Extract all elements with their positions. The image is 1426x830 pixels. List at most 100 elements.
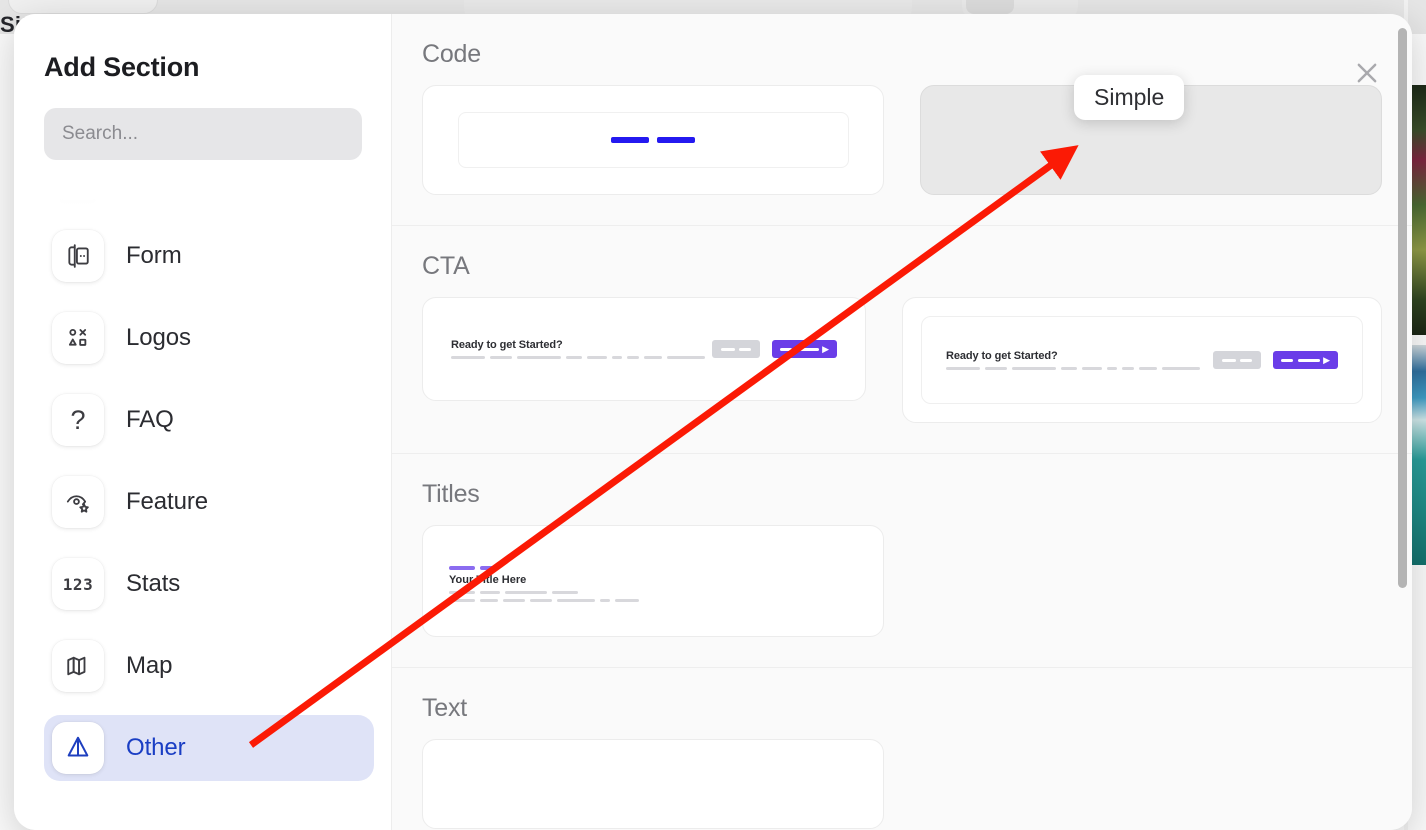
pyramid-icon [52, 722, 104, 774]
template-card-row: Ready to get Started? ▶ Ready to get Start… [422, 297, 1382, 453]
cta-primary-button[interactable]: ▶ [772, 340, 837, 358]
cta-heading: Ready to get Started? [946, 350, 1058, 362]
skeleton-bar [480, 565, 494, 570]
eye-star-icon [52, 476, 104, 528]
tooltip-label: Simple [1094, 84, 1165, 110]
list-item[interactable] [44, 189, 374, 207]
add-section-modal: Add Section Form Logos? FAQ Feature 123 Stats… [14, 14, 1412, 830]
skeleton-bar [600, 598, 610, 602]
sidebar-item-label: Logos [126, 324, 191, 351]
group-title: Code [422, 40, 481, 68]
sidebar-item-form[interactable]: Form [44, 223, 374, 289]
tooltip: Simple [1074, 75, 1185, 120]
category-sidebar: Add Section Form Logos? FAQ Feature 123 Stats… [14, 14, 392, 830]
sidebar-item-faq[interactable]: ? FAQ [44, 387, 374, 453]
skeleton-row [946, 367, 1213, 370]
template-card-cta-1[interactable]: Ready to get Started? ▶ [422, 297, 866, 401]
cta-primary-button[interactable]: ▶ [1273, 351, 1338, 369]
skeleton-bar [1139, 367, 1157, 370]
cta-buttons: ▶ [712, 340, 837, 358]
cta-buttons: ▶ [1213, 351, 1338, 369]
numbers-123-icon: 123 [52, 558, 104, 610]
question-mark-icon: ? [52, 394, 104, 446]
group-title: Titles [422, 480, 480, 508]
skeleton-row [449, 598, 857, 602]
skeleton-bar [552, 590, 578, 594]
skeleton-bar [530, 598, 552, 602]
skeleton-row [449, 590, 857, 594]
skeleton-row [451, 356, 712, 359]
title-preview: Your Title Here [449, 561, 857, 602]
cta-secondary-button[interactable] [1213, 351, 1262, 369]
skeleton-bar [1122, 367, 1134, 370]
template-group-cta: CTA Ready to get Started? ▶ Ready to get St… [392, 226, 1412, 454]
template-card-cta-2[interactable]: Ready to get Started? ▶ [902, 297, 1382, 423]
template-group-code: Code [392, 14, 1412, 226]
template-browser: Code CTA Ready to get Started? ▶ Ready to ge… [392, 14, 1412, 830]
group-title: CTA [422, 252, 470, 280]
page-title: Add Section [44, 52, 200, 82]
skeleton-bar [1162, 367, 1200, 370]
cta-secondary-button[interactable] [712, 340, 761, 358]
content-scrollbar[interactable] [1395, 14, 1409, 830]
cta-text: Ready to get Started? [946, 350, 1213, 370]
skeleton-bar [627, 356, 639, 359]
close-icon[interactable] [1350, 56, 1384, 90]
skeleton-bar [566, 356, 582, 359]
scrollbar-thumb[interactable] [1398, 28, 1407, 588]
skeleton-bar [612, 356, 622, 359]
logos-icon [52, 312, 104, 364]
template-card-title-1[interactable]: Your Title Here [422, 525, 884, 637]
sidebar-item-label: Map [126, 652, 173, 679]
content-scroll-area: Code CTA Ready to get Started? ▶ Ready to ge… [392, 14, 1412, 830]
skeleton-bar [557, 598, 595, 602]
sidebar-item-feature[interactable]: Feature [44, 469, 374, 535]
template-card-row: Your Title Here [422, 525, 1382, 667]
title-heading: Your Title Here [449, 573, 527, 586]
cta-text: Ready to get Started? [451, 339, 712, 359]
sidebar-item-other[interactable]: Other [44, 715, 374, 781]
skeleton-bar [1107, 367, 1117, 370]
skeleton-bar [644, 356, 662, 359]
sidebar-item-label: Feature [126, 488, 209, 515]
cta-inner: Ready to get Started? ▶ [423, 298, 865, 400]
skeleton-bar [480, 598, 498, 602]
map-icon [52, 640, 104, 692]
cta-heading: Ready to get Started? [451, 339, 563, 351]
sidebar-item-label: Stats [126, 570, 181, 597]
skeleton-bar [503, 598, 525, 602]
sidebar-item-label: Other [126, 734, 186, 761]
group-title: Text [422, 694, 468, 722]
skeleton-bar [1082, 367, 1102, 370]
sidebar-item-stats[interactable]: 123 Stats [44, 551, 374, 617]
template-card-text-1[interactable] [422, 739, 884, 829]
template-card-code-1[interactable] [422, 85, 884, 195]
skeleton-bar [449, 590, 475, 594]
skeleton-row [449, 565, 857, 570]
template-card-row [422, 85, 1382, 225]
category-list: Form Logos? FAQ Feature 123 Stats Map Other [44, 189, 374, 829]
category-scroller[interactable]: Form Logos? FAQ Feature 123 Stats Map Other [44, 189, 374, 797]
code-preview [457, 112, 849, 168]
skeleton-bar [946, 367, 980, 370]
skeleton-bar [449, 565, 475, 570]
background-toolbar-left-pill [8, 0, 158, 14]
search-input[interactable] [44, 108, 362, 160]
skeleton-bar [1012, 367, 1056, 370]
skeleton-bar [985, 367, 1007, 370]
cta-inner: Ready to get Started? ▶ [921, 316, 1363, 404]
form-icon [52, 230, 104, 282]
template-group-text: Text [392, 668, 1412, 830]
skeleton-bar [480, 590, 500, 594]
skeleton-bar [490, 356, 512, 359]
code-bar [657, 137, 695, 143]
code-bar [611, 137, 649, 143]
skeleton-bar [615, 598, 639, 602]
sidebar-item-label: FAQ [126, 406, 174, 433]
sidebar-item-logos[interactable]: Logos [44, 305, 374, 371]
skeleton-bar [451, 356, 485, 359]
skeleton-bar [517, 356, 561, 359]
placeholder-icon [52, 189, 104, 200]
sidebar-item-map[interactable]: Map [44, 633, 374, 699]
skeleton-bar [1061, 367, 1077, 370]
